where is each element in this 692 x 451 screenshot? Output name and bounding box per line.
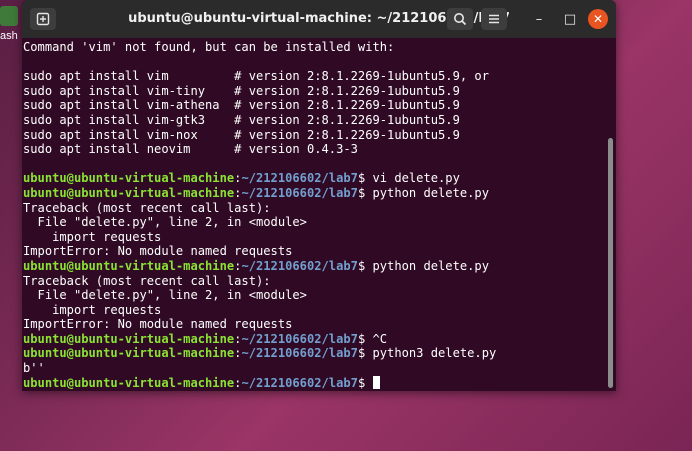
prompt-user: ubuntu@ubuntu-virtual-machine (23, 185, 235, 200)
output-text: sudo apt install vim # version 2:8.1.226… (23, 69, 489, 84)
output-line: sudo apt install vim # version 2:8.1.226… (23, 69, 616, 84)
output-text: Traceback (most recent call last): (23, 273, 271, 288)
minimize-button[interactable]: – (529, 9, 549, 29)
terminal-window: ubuntu@ubuntu-virtual-machine: ~/2121066… (22, 0, 616, 391)
prompt-user: ubuntu@ubuntu-virtual-machine (23, 258, 235, 273)
prompt-path: ~/212106602/lab7 (241, 346, 358, 361)
close-button[interactable]: ✕ (588, 9, 608, 29)
title-bar[interactable]: ubuntu@ubuntu-virtual-machine: ~/2121066… (22, 0, 616, 38)
output-line: ImportError: No module named requests (23, 317, 616, 332)
command-text: ^C (365, 331, 388, 346)
output-line: File "delete.py", line 2, in <module> (23, 215, 616, 230)
command-text: vi delete.py (365, 171, 460, 186)
prompt-path: ~/212106602/lab7 (241, 171, 358, 186)
prompt-user: ubuntu@ubuntu-virtual-machine (23, 375, 235, 390)
output-line: import requests (23, 230, 616, 245)
output-line: import requests (23, 303, 616, 318)
output-text: sudo apt install vim-nox # version 2:8.1… (23, 127, 460, 142)
command-text (365, 376, 372, 390)
prompt-user: ubuntu@ubuntu-virtual-machine (23, 171, 235, 186)
output-text: Command 'vim' not found, but can be inst… (23, 40, 395, 54)
prompt-path: ~/212106602/lab7 (241, 331, 358, 346)
prompt-line: ubuntu@ubuntu-virtual-machine:~/21210660… (23, 346, 616, 361)
new-tab-button[interactable] (30, 8, 56, 30)
output-text: ImportError: No module named requests (23, 317, 293, 332)
prompt-path: ~/212106602/lab7 (241, 185, 358, 200)
prompt-line: ubuntu@ubuntu-virtual-machine:~/21210660… (23, 375, 616, 391)
prompt-line: ubuntu@ubuntu-virtual-machine:~/21210660… (23, 259, 616, 274)
command-text: python3 delete.py (365, 346, 497, 361)
search-button[interactable] (447, 8, 473, 30)
prompt-user: ubuntu@ubuntu-virtual-machine (23, 331, 235, 346)
output-text: b'' (23, 361, 45, 376)
command-text: python delete.py (365, 258, 489, 273)
desktop-icon-label: ash (0, 30, 18, 42)
output-line: Command 'vim' not found, but can be inst… (23, 40, 616, 55)
output-text: Traceback (most recent call last): (23, 200, 271, 215)
prompt-path: ~/212106602/lab7 (241, 258, 358, 273)
new-tab-icon (36, 12, 50, 26)
prompt-path: ~/212106602/lab7 (241, 375, 358, 390)
output-text: sudo apt install vim-athena # version 2:… (23, 98, 460, 113)
output-text: File "delete.py", line 2, in <module> (23, 215, 307, 230)
desktop-trash-icon[interactable] (0, 6, 18, 26)
hamburger-menu-icon (489, 14, 499, 24)
prompt-line: ubuntu@ubuntu-virtual-machine:~/21210660… (23, 332, 616, 347)
output-text: sudo apt install vim-gtk3 # version 2:8.… (23, 112, 460, 127)
menu-button[interactable] (481, 8, 507, 30)
output-line: File "delete.py", line 2, in <module> (23, 288, 616, 303)
output-line: ImportError: No module named requests (23, 244, 616, 259)
output-line: b'' (23, 361, 616, 376)
output-line: sudo apt install vim-nox # version 2:8.1… (23, 128, 616, 143)
output-line: sudo apt install vim-gtk3 # version 2:8.… (23, 113, 616, 128)
output-text: import requests (23, 302, 162, 317)
prompt-line: ubuntu@ubuntu-virtual-machine:~/21210660… (23, 186, 616, 201)
output-line: sudo apt install neovim # version 0.4.3-… (23, 142, 616, 157)
search-icon (454, 13, 467, 26)
prompt-user: ubuntu@ubuntu-virtual-machine (23, 346, 235, 361)
output-text: sudo apt install neovim # version 0.4.3-… (23, 142, 358, 157)
command-text: python delete.py (365, 185, 489, 200)
output-text: import requests (23, 229, 162, 244)
window-title: ubuntu@ubuntu-virtual-machine: ~/2121066… (128, 11, 510, 26)
output-line: sudo apt install vim-athena # version 2:… (23, 98, 616, 113)
text-cursor (372, 375, 380, 389)
scrollbar[interactable] (608, 138, 613, 388)
output-text: File "delete.py", line 2, in <module> (23, 288, 307, 303)
output-line: Traceback (most recent call last): (23, 274, 616, 289)
output-text: sudo apt install vim-tiny # version 2:8.… (23, 83, 460, 98)
prompt-line: ubuntu@ubuntu-virtual-machine:~/21210660… (23, 171, 616, 186)
output-line: sudo apt install vim-tiny # version 2:8.… (23, 84, 616, 99)
output-line: Traceback (most recent call last): (23, 201, 616, 216)
terminal-output[interactable]: Command 'vim' not found, but can be inst… (22, 38, 616, 391)
maximize-button[interactable]: □ (560, 9, 580, 29)
output-text: ImportError: No module named requests (23, 244, 293, 259)
